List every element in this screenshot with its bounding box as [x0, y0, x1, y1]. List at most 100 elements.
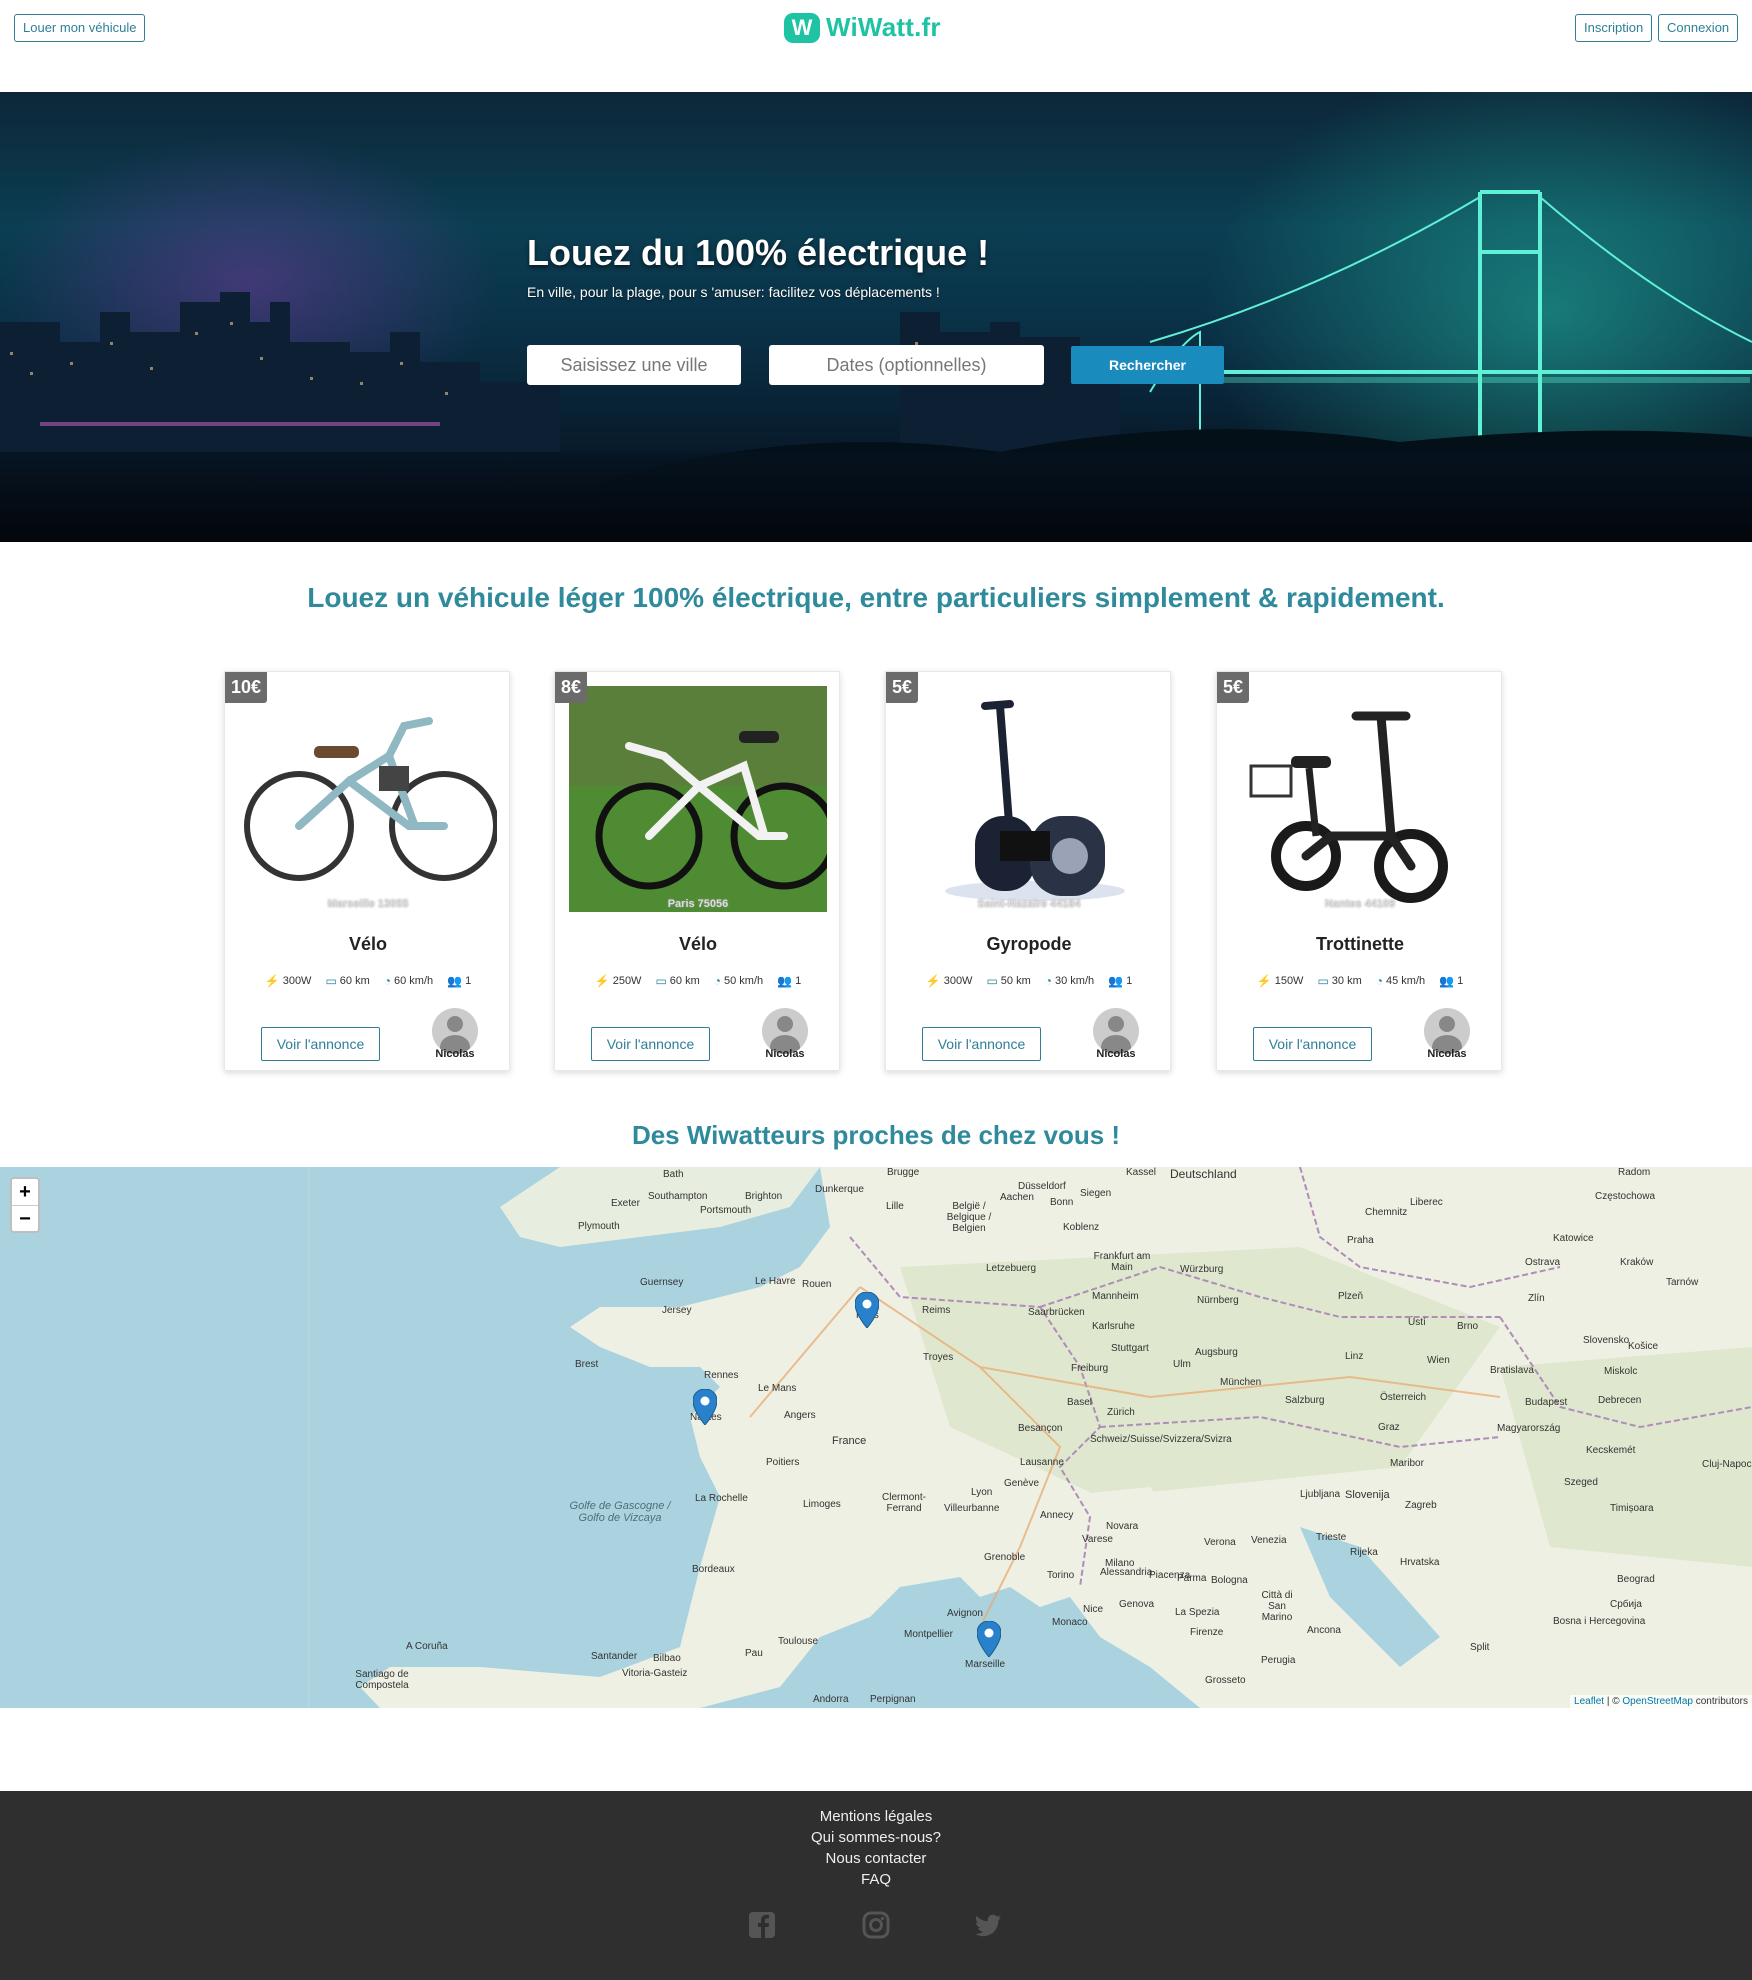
instagram-icon[interactable]	[862, 1911, 890, 1939]
footer-link-legal[interactable]: Mentions légales	[0, 1808, 1752, 1825]
city-label: Bordeaux	[692, 1564, 735, 1575]
site-logo[interactable]: W WiWatt.fr	[784, 12, 941, 43]
footer-link-about[interactable]: Qui sommes-nous?	[0, 1829, 1752, 1846]
hero-water	[0, 452, 1752, 542]
city-label: Bonn	[1050, 1197, 1074, 1208]
city-label: Aachen	[1000, 1192, 1034, 1203]
city-label: Saarbrücken	[1028, 1307, 1085, 1318]
listing-specs: ⚡ 300W ▭ 60 km ◔ 60 km/h 👥 1	[225, 974, 511, 988]
owner-profile[interactable]: Nicolas	[1086, 1008, 1146, 1060]
city-label: Reims	[922, 1305, 951, 1316]
city-label: Freiburg	[1071, 1363, 1109, 1374]
rent-my-vehicle-button[interactable]: Louer mon véhicule	[14, 14, 146, 42]
city-label: München	[1220, 1377, 1262, 1388]
city-label: La Rochelle	[695, 1493, 748, 1504]
city-label: Basel	[1067, 1397, 1093, 1408]
listing-card[interactable]: 5€ Nantes 44109 Trottinette ⚡ 150W ▭ 30 km…	[1216, 671, 1502, 1071]
city-label: Hrvatska	[1400, 1557, 1440, 1568]
map-heading: Des Wiwatteurs proches de chez vous !	[631, 1120, 1121, 1150]
leaflet-link[interactable]: Leaflet	[1574, 1696, 1604, 1707]
site-header: Louer mon véhicule W WiWatt.fr Inscripti…	[0, 0, 1752, 92]
city-label: Vitoria-Gasteiz	[622, 1668, 688, 1679]
listing-location: Marseille 13055	[327, 898, 409, 910]
city-label: Ostrava	[1525, 1257, 1561, 1268]
listing-card[interactable]: 8€ Paris 75056 Vélo ⚡ 250W ▭ 60 km ◔ 50 km/…	[554, 671, 840, 1071]
listing-card[interactable]: 10€ Marseille 13055 Vélo ⚡ 300W ▭ 60 km ◔ 6…	[224, 671, 510, 1071]
city-label: Troyes	[923, 1352, 954, 1363]
view-listing-button[interactable]: Voir l'annonce	[261, 1027, 380, 1061]
vehicle-photo[interactable]	[1231, 686, 1489, 912]
listing-card[interactable]: 5€ Saint-Nazaire 44184 Gyropode ⚡ 300W ▭ 5…	[885, 671, 1171, 1071]
city-label: Southampton	[648, 1191, 708, 1202]
map-marker-saint-nazaire[interactable]	[693, 1389, 717, 1425]
vehicle-photo[interactable]	[900, 686, 1158, 912]
city-label: Plzeň	[1338, 1291, 1364, 1302]
city-label: Ulm	[1173, 1359, 1191, 1370]
city-label: Alessandria	[1100, 1567, 1153, 1578]
city-label: Tarnów	[1666, 1277, 1699, 1288]
listing-title: Gyropode	[986, 934, 1072, 954]
spec-range: ▭ 60 km	[325, 974, 370, 988]
city-label: Szeged	[1564, 1477, 1598, 1488]
city-label: Kassel	[1126, 1167, 1157, 1178]
city-label: Le Havre	[755, 1276, 796, 1287]
city-label: Città di San Marino	[1261, 1590, 1293, 1623]
bolt-icon: ⚡	[594, 974, 610, 988]
bolt-icon: ⚡	[1256, 974, 1272, 988]
owner-profile[interactable]: Nicolas	[755, 1008, 815, 1060]
zoom-in-button[interactable]: +	[12, 1179, 38, 1205]
view-listing-button[interactable]: Voir l'annonce	[591, 1027, 710, 1061]
city-label: Ljubljana	[1300, 1489, 1341, 1500]
city-label: Genova	[1119, 1599, 1155, 1610]
city-label: Augsburg	[1195, 1347, 1238, 1358]
osm-link[interactable]: OpenStreetMap	[1622, 1696, 1693, 1707]
city-label: Trieste	[1316, 1532, 1347, 1543]
tagline-heading: Louez un véhicule léger 100% électrique,…	[307, 582, 1445, 613]
city-label: Varese	[1082, 1534, 1113, 1545]
listing-specs: ⚡ 150W ▭ 30 km ◔ 45 km/h 👥 1	[1217, 974, 1503, 988]
city-label: Miskolc	[1604, 1366, 1638, 1377]
city-label: Cluj-Napoca	[1702, 1459, 1752, 1470]
owner-profile[interactable]: Nicolas	[1417, 1008, 1477, 1060]
city-label: France	[832, 1435, 867, 1447]
price-badge: 10€	[225, 672, 268, 703]
footer-link-faq[interactable]: FAQ	[0, 1871, 1752, 1888]
listing-location: Saint-Nazaire 44184	[977, 898, 1081, 910]
city-label: Zlín	[1528, 1293, 1545, 1304]
dates-input[interactable]	[769, 345, 1044, 385]
signup-button[interactable]: Inscription	[1575, 14, 1653, 42]
vehicle-photo[interactable]	[569, 686, 827, 912]
view-listing-button[interactable]: Voir l'annonce	[1253, 1027, 1372, 1061]
listings-map[interactable]: + − Bath Brugge Kassel Deutschland Radom…	[0, 1167, 1752, 1708]
city-label: Kecskemét	[1586, 1445, 1636, 1456]
city-label: Bath	[663, 1169, 684, 1180]
map-marker-marseille[interactable]	[977, 1621, 1001, 1657]
city-search-input[interactable]	[527, 345, 741, 385]
vehicle-photo[interactable]	[239, 686, 497, 912]
owner-profile[interactable]: Nicolas	[425, 1008, 485, 1060]
owner-name: Nicolas	[1096, 1048, 1136, 1060]
login-button[interactable]: Connexion	[1658, 14, 1739, 42]
city-label: Toulouse	[778, 1636, 819, 1647]
search-button[interactable]: Rechercher	[1071, 346, 1224, 384]
city-label: Würzburg	[1180, 1264, 1224, 1275]
city-label: Mannheim	[1092, 1291, 1139, 1302]
map-marker-paris[interactable]	[855, 1292, 879, 1328]
city-label: Grenoble	[984, 1552, 1026, 1563]
speedometer-icon: ◔	[713, 974, 722, 988]
city-label: Slovensko	[1583, 1335, 1630, 1346]
footer-link-contact[interactable]: Nous contacter	[0, 1850, 1752, 1867]
hero-banner: Louez du 100% électrique ! En ville, pou…	[0, 92, 1752, 542]
twitter-icon[interactable]	[975, 1911, 1003, 1939]
spec-speed: ◔ 45 km/h	[1375, 974, 1426, 988]
facebook-icon[interactable]	[748, 1911, 776, 1939]
zoom-out-button[interactable]: −	[12, 1205, 38, 1231]
city-label: Brighton	[745, 1191, 783, 1202]
gyropode-image	[900, 686, 1158, 912]
city-label: Le Mans	[758, 1383, 797, 1394]
city-label: Plymouth	[578, 1221, 620, 1232]
attribution-contributors: contributors	[1692, 1696, 1748, 1707]
spec-speed: ◔ 60 km/h	[383, 974, 434, 988]
view-listing-button[interactable]: Voir l'annonce	[922, 1027, 1041, 1061]
city-label: Kraków	[1620, 1257, 1654, 1268]
